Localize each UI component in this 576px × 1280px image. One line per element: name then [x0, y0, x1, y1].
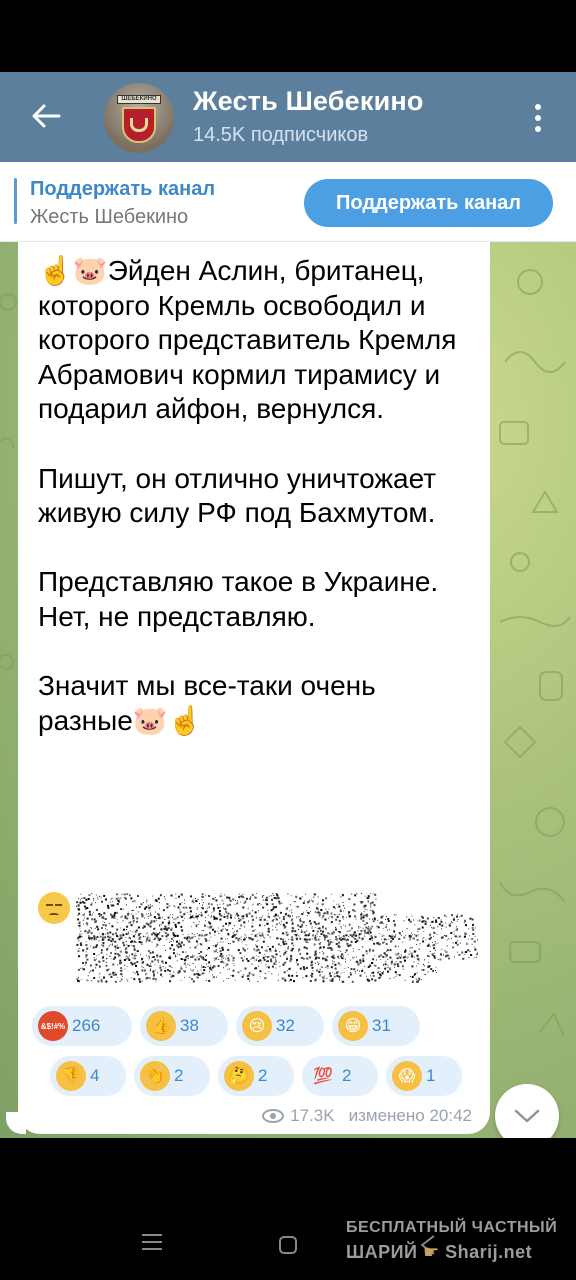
message-text: ☝️🐷Эйден Аслин, британец, которого Кремл…: [38, 255, 457, 736]
back-button[interactable]: [24, 94, 68, 138]
views-icon: [262, 1109, 285, 1123]
reaction-angry[interactable]: &$!#% 266: [32, 1006, 132, 1046]
support-channel-button[interactable]: Поддержать канал: [304, 179, 553, 227]
reaction-count: 31: [372, 1016, 391, 1035]
pensive-face-icon: [38, 892, 70, 924]
chevron-down-icon: [514, 1109, 540, 1123]
reaction-count: 38: [180, 1016, 199, 1035]
reaction-count: 266: [72, 1016, 101, 1035]
channel-header: ШЕБЕКИНО Жесть Шебекино 14.5K подписчико…: [0, 72, 576, 162]
edited-time: изменено 20:42: [348, 1106, 472, 1125]
subscriber-count: 14.5K подписчиков: [193, 124, 369, 146]
message-meta: 17.3K изменено 20:42: [262, 1106, 472, 1126]
reaction-count: 4: [90, 1066, 100, 1085]
thumbs-down-icon: 👎: [56, 1061, 86, 1091]
channel-title[interactable]: Жесть Шебекино: [193, 86, 424, 117]
grinning-face-icon: 😁: [338, 1011, 368, 1041]
pinned-title: Поддержать канал: [30, 178, 216, 200]
hundred-points-icon: 💯: [313, 1068, 333, 1085]
status-bar: [0, 0, 576, 72]
reaction-thumbs-down[interactable]: 👎 4: [50, 1056, 126, 1096]
reaction-count: 2: [342, 1066, 352, 1085]
reaction-count: 2: [174, 1066, 184, 1085]
reaction-clapping[interactable]: 👏 2: [134, 1056, 210, 1096]
avatar-banner: ШЕБЕКИНО: [117, 95, 161, 104]
channel-post[interactable]: ☝️🐷Эйден Аслин, британец, которого Кремл…: [18, 242, 490, 1134]
chat-area[interactable]: ☝️🐷Эйден Аслин, британец, которого Кремл…: [0, 242, 576, 1138]
reaction-count: 32: [276, 1016, 295, 1035]
reaction-hundred[interactable]: 💯 2: [302, 1056, 378, 1096]
system-navigation-bar: БЕСПЛАТНЫЙ ЧАСТНЫЙ ШАРИЙ ☛ Sharij.net: [0, 1138, 576, 1280]
pinned-indicator: [14, 178, 17, 224]
reaction-thumbs-up[interactable]: 👍 38: [140, 1006, 228, 1046]
back-arrow-icon: [32, 104, 61, 128]
thinking-face-icon: 🤔: [224, 1061, 254, 1091]
view-count: 17.3K: [290, 1106, 335, 1125]
more-options-button[interactable]: [520, 98, 556, 138]
reaction-count: 2: [258, 1066, 268, 1085]
channel-avatar[interactable]: ШЕБЕКИНО: [104, 83, 174, 153]
reaction-crying[interactable]: 😢 32: [236, 1006, 324, 1046]
home-button[interactable]: [279, 1236, 297, 1254]
recent-apps-button[interactable]: [142, 1234, 162, 1250]
reaction-thinking[interactable]: 🤔 2: [218, 1056, 294, 1096]
reaction-count: 1: [426, 1066, 436, 1085]
clapping-hands-icon: 👏: [140, 1061, 170, 1091]
crying-face-icon: 😢: [242, 1011, 272, 1041]
watermark: БЕСПЛАТНЫЙ ЧАСТНЫЙ ШАРИЙ ☛ Sharij.net: [346, 1219, 558, 1262]
thumbs-up-icon: 👍: [146, 1011, 176, 1041]
coat-of-arms-icon: [122, 107, 156, 143]
pinned-subtitle: Жесть Шебекино: [30, 206, 189, 228]
angry-face-icon: &$!#%: [38, 1011, 68, 1041]
reaction-screaming[interactable]: 😱 1: [386, 1056, 462, 1096]
reaction-grinning[interactable]: 😁 31: [332, 1006, 420, 1046]
screaming-face-icon: 😱: [392, 1061, 422, 1091]
spoiler-text[interactable]: [76, 887, 478, 999]
